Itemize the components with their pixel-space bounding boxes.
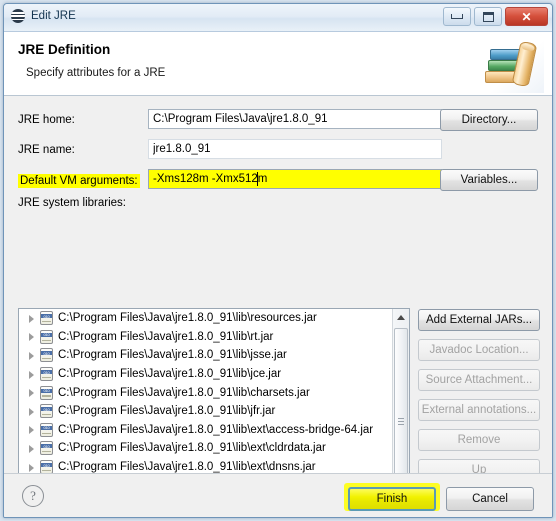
- jre-books-icon: [482, 35, 544, 93]
- add-external-jars-button[interactable]: Add External JARs...: [418, 309, 540, 331]
- chevron-up-icon: [397, 315, 405, 320]
- library-path: C:\Program Files\Java\jre1.8.0_91\lib\ex…: [58, 423, 374, 436]
- restore-button[interactable]: [474, 7, 502, 26]
- dialog-header: JRE Definition Specify attributes for a …: [4, 32, 552, 96]
- jar-file-icon: [40, 348, 53, 363]
- library-path: C:\Program Files\Java\jre1.8.0_91\lib\ex…: [58, 442, 326, 455]
- javadoc-location-button: Javadoc Location...: [418, 339, 540, 361]
- jre-home-label: JRE home:: [18, 114, 75, 126]
- scroll-up-button[interactable]: [393, 309, 409, 326]
- expand-arrow-icon[interactable]: [27, 332, 36, 342]
- directory-button[interactable]: Directory...: [440, 109, 538, 131]
- source-attachment-button: Source Attachment...: [418, 369, 540, 391]
- expand-arrow-icon[interactable]: [27, 444, 36, 453]
- text-caret: [257, 172, 258, 186]
- page-title: JRE Definition: [18, 42, 111, 57]
- expand-arrow-icon[interactable]: [27, 407, 36, 416]
- library-row[interactable]: C:\Program Files\Java\jre1.8.0_91\lib\ex…: [19, 421, 392, 440]
- library-path: C:\Program Files\Java\jre1.8.0_91\lib\jc…: [58, 368, 282, 381]
- minimize-button[interactable]: [443, 7, 471, 26]
- library-row[interactable]: C:\Program Files\Java\jre1.8.0_91\lib\js…: [19, 346, 392, 365]
- library-path: C:\Program Files\Java\jre1.8.0_91\lib\ch…: [58, 386, 310, 399]
- close-button[interactable]: ✕: [505, 7, 548, 26]
- library-path: C:\Program Files\Java\jre1.8.0_91\lib\rt…: [58, 330, 274, 343]
- window-title: Edit JRE: [31, 10, 76, 22]
- library-path: C:\Program Files\Java\jre1.8.0_91\lib\jf…: [58, 405, 276, 418]
- library-row[interactable]: C:\Program Files\Java\jre1.8.0_91\lib\re…: [19, 309, 392, 328]
- jre-system-libraries-label: JRE system libraries:: [18, 197, 126, 209]
- library-row[interactable]: C:\Program Files\Java\jre1.8.0_91\lib\jc…: [19, 365, 392, 384]
- library-row[interactable]: C:\Program Files\Java\jre1.8.0_91\lib\ex…: [19, 439, 392, 458]
- library-path: C:\Program Files\Java\jre1.8.0_91\lib\ex…: [58, 517, 337, 518]
- jre-home-input[interactable]: [148, 109, 442, 129]
- minimize-icon: [451, 14, 463, 19]
- dialog-footer: ? Finish Cancel: [4, 473, 552, 517]
- library-path: C:\Program Files\Java\jre1.8.0_91\lib\ex…: [58, 461, 316, 474]
- expand-arrow-icon[interactable]: [27, 314, 36, 323]
- jar-file-icon: [40, 311, 53, 326]
- library-row[interactable]: C:\Program Files\Java\jre1.8.0_91\lib\jf…: [19, 402, 392, 421]
- eclipse-icon: [11, 9, 25, 23]
- restore-icon: [482, 11, 494, 22]
- jar-file-icon: [40, 385, 53, 400]
- help-icon[interactable]: ?: [22, 485, 44, 507]
- vm-arguments-label: Default VM arguments:: [18, 174, 140, 188]
- expand-arrow-icon[interactable]: [27, 425, 36, 435]
- jre-name-label: JRE name:: [18, 144, 75, 156]
- expand-arrow-icon[interactable]: [27, 388, 36, 398]
- scroll-roll: [511, 40, 538, 88]
- library-row[interactable]: C:\Program Files\Java\jre1.8.0_91\lib\ch…: [19, 383, 392, 402]
- vm-arguments-input[interactable]: [148, 169, 442, 189]
- remove-button: Remove: [418, 429, 540, 451]
- finish-button[interactable]: Finish: [348, 487, 436, 511]
- title-bar-left: Edit JRE: [11, 9, 76, 23]
- cancel-button[interactable]: Cancel: [446, 487, 534, 511]
- variables-button[interactable]: Variables...: [440, 169, 538, 191]
- library-path: C:\Program Files\Java\jre1.8.0_91\lib\re…: [58, 312, 317, 325]
- title-bar: Edit JRE ✕: [4, 4, 552, 32]
- expand-arrow-icon[interactable]: [27, 351, 36, 360]
- dialog-body: JRE home: Directory... JRE name: Default…: [4, 96, 552, 517]
- jar-file-icon: [40, 367, 53, 382]
- expand-arrow-icon[interactable]: [27, 370, 36, 379]
- page-subtitle: Specify attributes for a JRE: [26, 67, 166, 79]
- window-controls: ✕: [443, 7, 548, 26]
- library-row[interactable]: C:\Program Files\Java\jre1.8.0_91\lib\rt…: [19, 328, 392, 347]
- jar-file-icon: [40, 422, 53, 437]
- edit-jre-dialog: Edit JRE ✕ JRE Definition Specify attrib…: [3, 3, 553, 518]
- library-path: C:\Program Files\Java\jre1.8.0_91\lib\js…: [58, 349, 287, 362]
- expand-arrow-icon[interactable]: [27, 463, 36, 472]
- jre-name-input[interactable]: [148, 139, 442, 159]
- jar-file-icon: [40, 441, 53, 456]
- close-icon: ✕: [521, 9, 532, 24]
- external-annotations-button: External annotations...: [418, 399, 540, 421]
- jar-file-icon: [40, 460, 53, 475]
- scrollbar-grip-icon: [398, 418, 404, 425]
- jar-file-icon: [40, 404, 53, 419]
- jar-file-icon: [40, 329, 53, 344]
